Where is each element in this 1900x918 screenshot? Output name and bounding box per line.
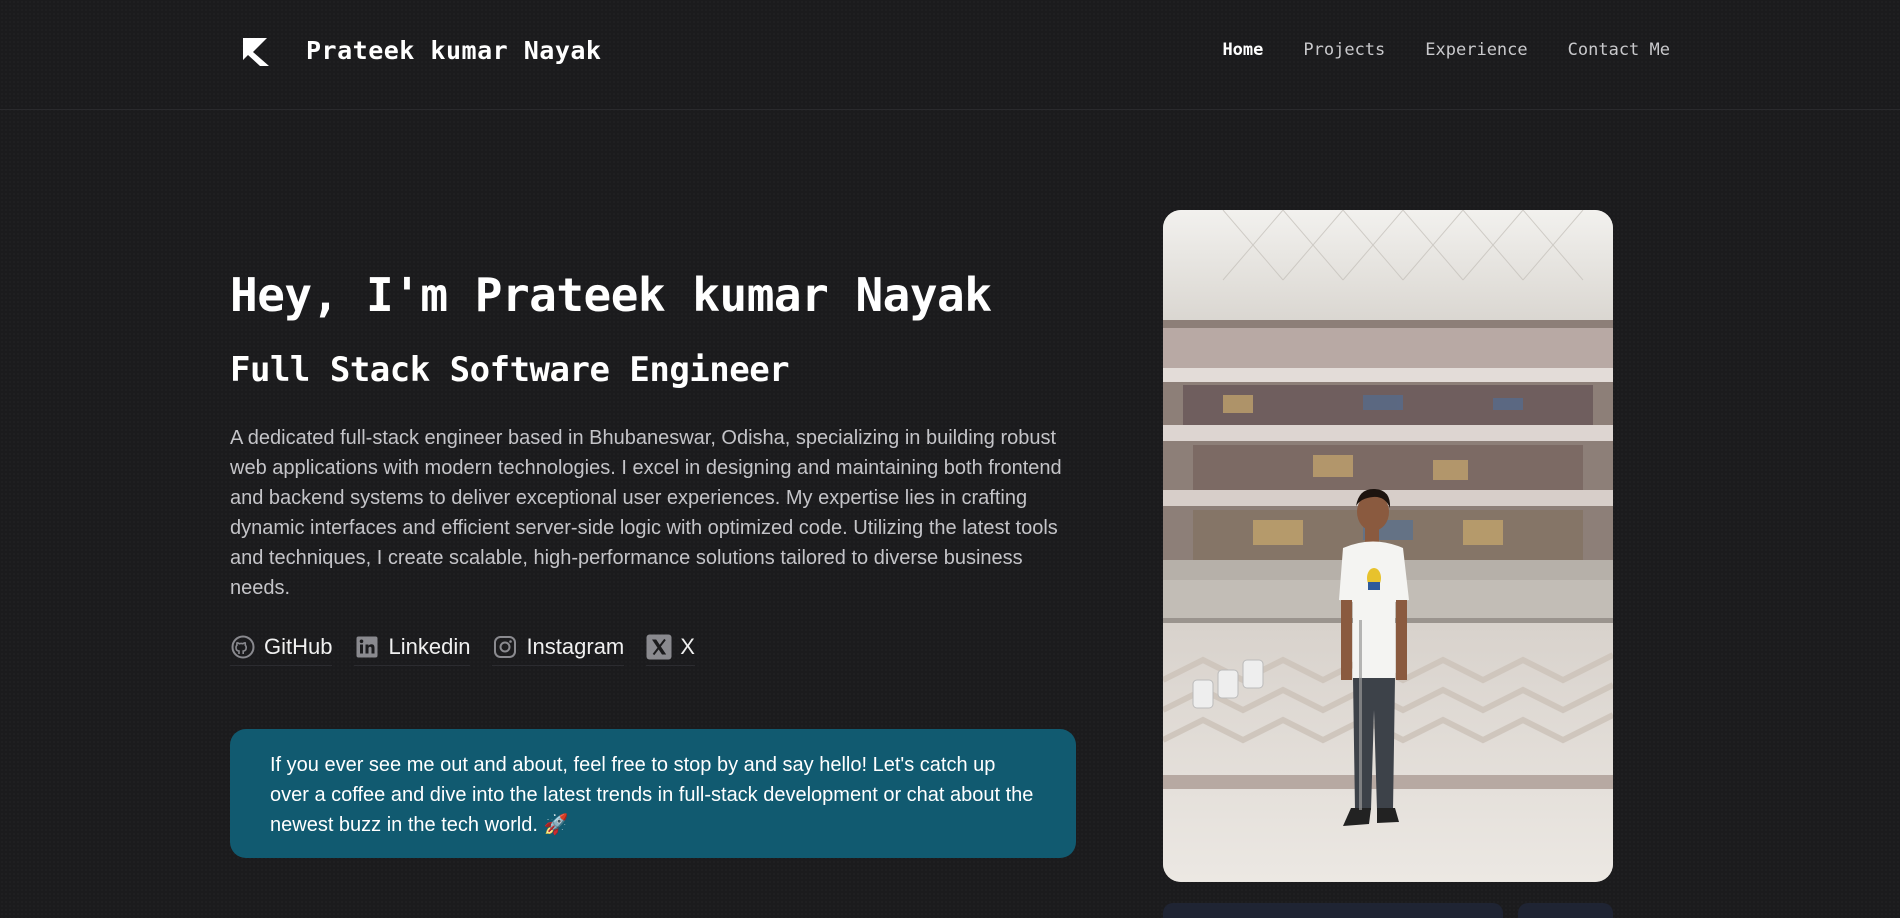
- linkedin-link[interactable]: Linkedin: [354, 634, 471, 666]
- x-icon: [646, 634, 672, 660]
- bio-paragraph: A dedicated full-stack engineer based in…: [230, 427, 1062, 599]
- x-label: X: [680, 634, 695, 659]
- nav-experience[interactable]: Experience: [1425, 40, 1527, 60]
- github-label: GitHub: [264, 634, 333, 659]
- hero-title: Hey, I'm Prateek kumar Nayak: [230, 268, 992, 322]
- instagram-label: Instagram: [526, 634, 625, 659]
- logo-icon[interactable]: [240, 34, 274, 68]
- linkedin-icon: [354, 634, 380, 660]
- profile-photo: [1163, 210, 1613, 882]
- next-section-card: [1163, 903, 1503, 918]
- site-header: Prateek kumar Nayak Home Projects Experi…: [0, 0, 1900, 110]
- hero-subtitle: Full Stack Software Engineer: [230, 350, 790, 390]
- callout-text: If you ever see me out and about, feel f…: [270, 754, 1034, 836]
- github-icon: [230, 634, 256, 660]
- instagram-link[interactable]: Instagram: [492, 634, 625, 666]
- x-link[interactable]: X: [646, 634, 695, 666]
- next-section-card: [1518, 903, 1613, 918]
- nav-projects[interactable]: Projects: [1303, 40, 1385, 60]
- hello-callout: If you ever see me out and about, feel f…: [230, 729, 1076, 858]
- site-title[interactable]: Prateek kumar Nayak: [306, 36, 601, 65]
- nav-contact[interactable]: Contact Me: [1568, 40, 1670, 60]
- linkedin-label: Linkedin: [388, 634, 471, 659]
- nav-home[interactable]: Home: [1222, 40, 1263, 60]
- main-nav: Home Projects Experience Contact Me: [1222, 40, 1670, 60]
- github-link[interactable]: GitHub: [230, 634, 333, 666]
- social-links: GitHub Linkedin Instagram X: [230, 634, 695, 666]
- instagram-icon: [492, 634, 518, 660]
